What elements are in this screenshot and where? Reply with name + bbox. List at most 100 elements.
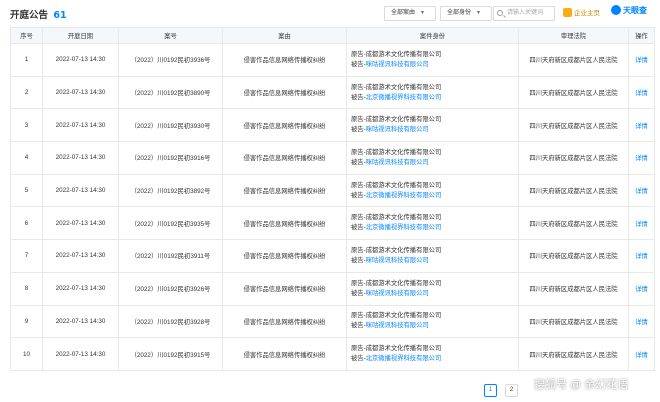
row-cause: 侵害作品信息网络传播权纠纷 — [222, 43, 347, 77]
plaintiff-name: 成都游术文化传播有限公司 — [365, 312, 442, 320]
watermark: 搜狐号 @ 余幻花语 — [534, 379, 629, 391]
defendant-link[interactable]: 咪咕视讯科技有限公司 — [366, 159, 429, 166]
plaintiff-line: 原告-成都游术文化传播有限公司 — [351, 213, 518, 223]
row-parties: 原告-成都游术文化传播有限公司 被告-北京微播视界科技有限公司 — [346, 173, 519, 208]
table-row: 8 2022-07-13 14:30 （2022）川0192民初3926号 侵害作品信… — [10, 271, 655, 306]
plaintiff-name: 成都游术文化传播有限公司 — [365, 83, 442, 91]
column-header-court: 审理法院 — [518, 27, 629, 44]
table-row: 6 2022-07-13 14:30 （2022）川0192民初3935号 侵害作品信… — [10, 206, 655, 241]
chevron-down-icon: ▼ — [420, 10, 425, 16]
defendant-prefix: 被告- — [351, 158, 366, 166]
result-count: 61 — [53, 10, 67, 21]
detail-link[interactable]: 详情 — [628, 239, 655, 273]
detail-link[interactable]: 详情 — [628, 141, 655, 175]
defendant-prefix: 被告- — [351, 126, 366, 134]
row-date: 2022-07-13 14:30 — [42, 271, 119, 306]
filter-reason-dropdown[interactable]: 全部案由 ▼ — [384, 6, 436, 21]
plaintiff-name: 成都游术文化传播有限公司 — [365, 279, 442, 287]
row-court: 四川天府新区成都片区人民法院 — [518, 337, 629, 371]
defendant-line: 被告-咪咕视讯科技有限公司 — [351, 256, 518, 266]
hearing-table: 序号 开庭日期 案号 案由 案件身份 审理法院 操作 1 2022-07-13 1… — [10, 27, 655, 371]
plaintiff-line: 原告-成都游术文化传播有限公司 — [351, 50, 518, 60]
row-index: 9 — [10, 304, 43, 339]
plaintiff-name: 成都游术文化传播有限公司 — [365, 345, 442, 353]
plaintiff-line: 原告-成都游术文化传播有限公司 — [351, 83, 518, 93]
detail-link[interactable]: 详情 — [628, 271, 655, 306]
column-header-cause: 案由 — [222, 27, 347, 44]
defendant-link[interactable]: 咪咕视讯科技有限公司 — [366, 257, 429, 264]
search-icon — [497, 10, 503, 16]
row-date: 2022-07-13 14:30 — [42, 337, 119, 371]
table-row: 4 2022-07-13 14:30 （2022）川0192民初3916号 侵害作品信… — [10, 141, 655, 175]
plaintiff-name: 成都游术文化传播有限公司 — [365, 181, 442, 189]
defendant-line: 被告-北京微播视界科技有限公司 — [351, 354, 518, 364]
defendant-line: 被告-咪咕视讯科技有限公司 — [351, 125, 518, 135]
filter-identity-dropdown[interactable]: 全部身份 ▼ — [440, 6, 492, 21]
defendant-line: 被告-咪咕视讯科技有限公司 — [351, 158, 518, 168]
logo-text: 天眼查 — [623, 6, 647, 15]
column-header-identity: 案件身份 — [346, 27, 519, 44]
plaintiff-line: 原告-成都游术文化传播有限公司 — [351, 344, 518, 354]
defendant-link[interactable]: 咪咕视讯科技有限公司 — [366, 126, 429, 133]
column-header-action: 操作 — [628, 27, 655, 44]
defendant-link[interactable]: 咪咕视讯科技有限公司 — [366, 61, 429, 68]
row-case-no: （2022）川0192民初3916号 — [118, 141, 223, 175]
enterprise-home-link[interactable]: 企业主页 — [563, 7, 600, 17]
row-parties: 原告-成都游术文化传播有限公司 被告-咪咕视讯科技有限公司 — [346, 239, 519, 273]
table-row: 5 2022-07-13 14:30 （2022）川0192民初3892号 侵害作品信… — [10, 173, 655, 208]
defendant-prefix: 被告- — [351, 60, 366, 68]
row-parties: 原告-成都游术文化传播有限公司 被告-咪咕视讯科技有限公司 — [346, 43, 519, 77]
defendant-link[interactable]: 北京微播视界科技有限公司 — [366, 192, 442, 199]
defendant-link[interactable]: 咪咕视讯科技有限公司 — [366, 290, 429, 297]
page-button-1[interactable]: 1 — [484, 384, 497, 397]
detail-link[interactable]: 详情 — [628, 43, 655, 77]
page-button-2[interactable]: 2 — [505, 384, 518, 397]
detail-link[interactable]: 详情 — [628, 173, 655, 208]
detail-link[interactable]: 详情 — [628, 304, 655, 339]
defendant-link[interactable]: 咪咕视讯科技有限公司 — [366, 322, 429, 329]
table-row: 7 2022-07-13 14:30 （2022）川0192民初3911号 侵害作品信… — [10, 239, 655, 273]
plaintiff-line: 原告-成都游术文化传播有限公司 — [351, 311, 518, 321]
defendant-prefix: 被告- — [351, 224, 366, 232]
table-row: 3 2022-07-13 14:30 （2022）川0192民初3930号 侵害作品信… — [10, 108, 655, 143]
row-case-no: （2022）川0192民初3936号 — [118, 43, 223, 77]
row-cause: 侵害作品信息网络传播权纠纷 — [222, 304, 347, 339]
row-court: 四川天府新区成都片区人民法院 — [518, 75, 629, 110]
column-header-date: 开庭日期 — [42, 27, 119, 44]
plaintiff-line: 原告-成都游术文化传播有限公司 — [351, 148, 518, 158]
row-case-no: （2022）川0192民初3915号 — [118, 337, 223, 371]
page-title: 开庭公告 61 — [10, 7, 67, 21]
plaintiff-line: 原告-成都游术文化传播有限公司 — [351, 279, 518, 289]
plaintiff-name: 成都游术文化传播有限公司 — [365, 148, 442, 156]
filter-reason-label: 全部案由 — [391, 10, 416, 16]
row-parties: 原告-成都游术文化传播有限公司 被告-咪咕视讯科技有限公司 — [346, 271, 519, 306]
row-case-no: （2022）川0192民初3892号 — [118, 173, 223, 208]
table-row: 9 2022-07-13 14:30 （2022）川0192民初3928号 侵害作品信… — [10, 304, 655, 339]
detail-link[interactable]: 详情 — [628, 206, 655, 241]
row-case-no: （2022）川0192民初3928号 — [118, 304, 223, 339]
detail-link[interactable]: 详情 — [628, 337, 655, 371]
defendant-link[interactable]: 北京微播视界科技有限公司 — [366, 94, 442, 101]
row-cause: 侵害作品信息网络传播权纠纷 — [222, 239, 347, 273]
row-date: 2022-07-13 14:30 — [42, 43, 119, 77]
row-cause: 侵害作品信息网络传播权纠纷 — [222, 337, 347, 371]
row-index: 5 — [10, 173, 43, 208]
row-cause: 侵害作品信息网络传播权纠纷 — [222, 75, 347, 110]
search-input[interactable]: 请输入关键词 — [493, 6, 555, 21]
row-cause: 侵害作品信息网络传播权纠纷 — [222, 173, 347, 208]
tianyancha-logo: 天眼查 — [611, 5, 647, 16]
defendant-link[interactable]: 北京微播视界科技有限公司 — [366, 224, 442, 231]
defendant-link[interactable]: 北京微播视界科技有限公司 — [366, 355, 442, 362]
detail-link[interactable]: 详情 — [628, 108, 655, 143]
row-parties: 原告-成都游术文化传播有限公司 被告-咪咕视讯科技有限公司 — [346, 141, 519, 175]
row-court: 四川天府新区成都片区人民法院 — [518, 173, 629, 208]
plaintiff-prefix: 原告- — [351, 181, 366, 189]
plaintiff-prefix: 原告- — [351, 50, 366, 58]
detail-link[interactable]: 详情 — [628, 75, 655, 110]
row-index: 6 — [10, 206, 43, 241]
plaintiff-prefix: 原告- — [351, 246, 366, 254]
row-court: 四川天府新区成都片区人民法院 — [518, 141, 629, 175]
row-parties: 原告-成都游术文化传播有限公司 被告-北京微播视界科技有限公司 — [346, 206, 519, 241]
row-cause: 侵害作品信息网络传播权纠纷 — [222, 206, 347, 241]
plaintiff-name: 成都游术文化传播有限公司 — [365, 214, 442, 222]
